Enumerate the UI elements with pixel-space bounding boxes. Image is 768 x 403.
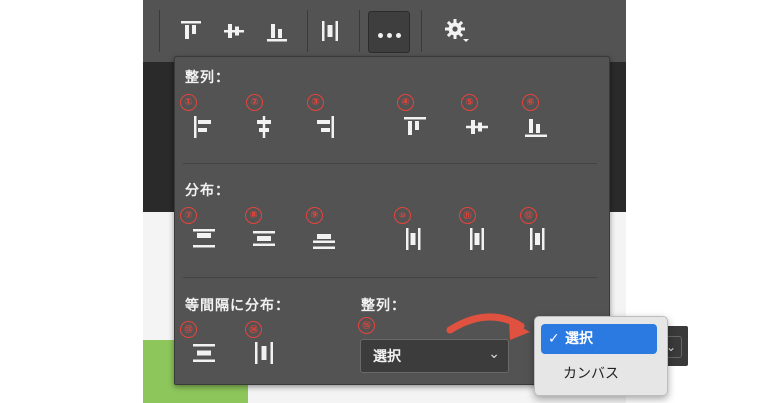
align-to-dropdown: ✓ 選択 カンバス xyxy=(534,316,668,396)
dropdown-option-selection[interactable]: ✓ 選択 xyxy=(541,324,657,354)
dropdown-option-canvas[interactable]: カンバス xyxy=(563,363,619,383)
dropdown-option-label: 選択 xyxy=(565,331,593,347)
checkmark-icon: ✓ xyxy=(548,331,560,347)
